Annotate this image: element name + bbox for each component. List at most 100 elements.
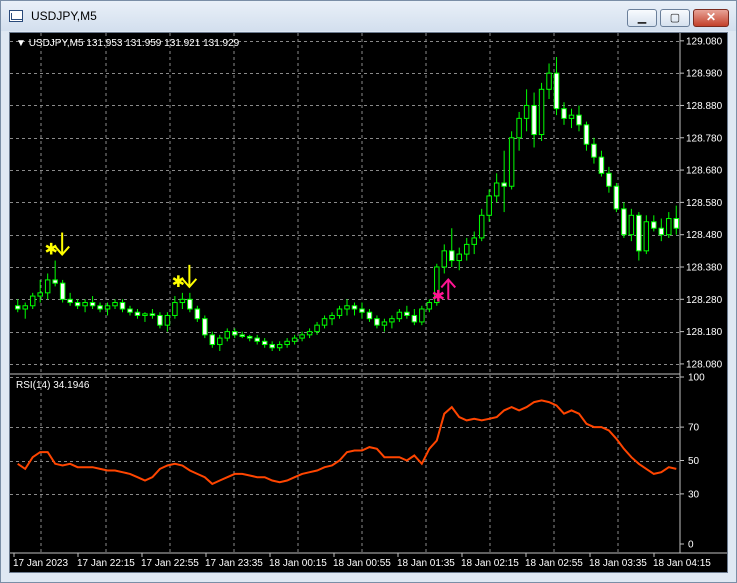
candle: [164, 312, 171, 332]
candle: [591, 137, 597, 164]
candle: [486, 189, 492, 222]
candle: [149, 309, 156, 319]
dropdown-arrow-icon[interactable]: ▼: [16, 38, 29, 49]
candle-body-bear: [583, 124, 590, 145]
candle: [261, 338, 268, 348]
price-tick-label: 128.580: [686, 198, 723, 209]
candle: [336, 305, 343, 319]
candle-body-bull: [344, 305, 350, 310]
rsi-line: [17, 399, 677, 486]
candle: [187, 292, 193, 313]
candle: [127, 305, 133, 316]
candle: [546, 63, 552, 99]
time-tick-label: 18 Jan 03:35: [589, 558, 647, 569]
candle-body-bull: [538, 88, 545, 136]
maximize-button[interactable]: ▢: [660, 9, 690, 27]
grid: [10, 33, 680, 553]
candle-body-bear: [52, 279, 58, 284]
candle: [52, 260, 58, 287]
time-tick-label: 17 Jan 23:35: [205, 558, 263, 569]
candle-body-bull: [217, 337, 223, 346]
candle: [598, 150, 605, 177]
price-tick-label: 128.680: [686, 166, 723, 177]
time-tick-label: 18 Jan 01:35: [397, 558, 455, 569]
candle-body-bear: [366, 311, 373, 320]
candle: [217, 334, 223, 351]
chart-window-icon: [9, 10, 23, 22]
candle: [516, 111, 522, 151]
candle: [329, 312, 335, 326]
candle: [396, 309, 403, 322]
candle-body-bull: [643, 221, 650, 252]
title-bar[interactable]: USDJPY,M5 ▁ ▢ ✕: [1, 1, 736, 31]
candle-body-bull: [329, 314, 335, 320]
candle: [209, 331, 216, 348]
candle-body-bear: [561, 108, 567, 119]
price-tick-label: 128.080: [686, 359, 723, 370]
candle-body-bear: [531, 104, 537, 136]
candle-body-bear: [232, 331, 238, 336]
candle-body-bull: [441, 250, 448, 268]
minimize-button[interactable]: ▁: [627, 9, 657, 27]
candle: [246, 334, 253, 342]
candle-body-bear: [187, 298, 193, 310]
candle-body-bear: [14, 305, 21, 310]
candle-body-bear: [673, 218, 680, 229]
candle-body-bear: [202, 318, 208, 336]
candle-body-bull: [29, 295, 36, 307]
candle-body-bull: [471, 237, 477, 245]
candle-body-bull: [666, 218, 672, 236]
candle-body-bull: [478, 214, 485, 239]
candle-body-bear: [67, 298, 73, 304]
candle: [523, 89, 530, 132]
candle: [29, 292, 36, 309]
chart-canvas[interactable]: ✱ ✱ ✱ ▼ USDJPY,M5 131.953 131.959 131.921 1…: [10, 33, 727, 572]
candle: [553, 57, 560, 116]
price-tick-label: 128.980: [686, 69, 723, 80]
time-tick-label: 17 Jan 22:55: [141, 558, 199, 569]
candle: [254, 334, 260, 345]
candle-body-bear: [651, 221, 657, 229]
candle: [59, 279, 66, 303]
price-tick-label: 128.280: [686, 295, 723, 306]
candle: [351, 302, 358, 316]
candle: [202, 315, 208, 339]
candle: [299, 331, 305, 342]
candle-body-bear: [269, 344, 275, 349]
candle-body-bear: [613, 185, 620, 210]
candle-body-bear: [149, 313, 156, 316]
candle: [22, 302, 28, 319]
candle: [538, 82, 545, 141]
candle-body-bear: [404, 311, 410, 316]
maximize-icon: ▢: [669, 12, 681, 24]
candle-body-bear: [254, 337, 260, 342]
candle-body-bull: [306, 331, 313, 336]
candle-body-bull: [164, 314, 171, 326]
candle-body-bull: [389, 318, 395, 323]
close-button[interactable]: ✕: [693, 9, 729, 27]
candle: [456, 247, 462, 271]
candle-body-bear: [74, 302, 81, 307]
candle: [636, 212, 642, 261]
candle-body-bear: [411, 314, 418, 323]
candle: [381, 318, 388, 332]
candle: [463, 237, 470, 261]
candle-body-bull: [381, 321, 388, 326]
sell-signal-arrow: ✱: [44, 232, 70, 259]
candle-body-bull: [508, 137, 515, 187]
rsi-tick-label: 100: [688, 373, 705, 384]
candle-body-bull: [276, 344, 283, 349]
candle: [82, 299, 88, 313]
price-tick-label: 128.880: [686, 101, 723, 112]
candle-body-bull: [336, 308, 343, 316]
candle-body-bear: [374, 318, 380, 326]
candle-body-bear: [89, 302, 96, 307]
candle-body-bull: [104, 305, 111, 310]
chart-area[interactable]: ✱ ✱ ✱ ▼ USDJPY,M5 131.953 131.959 131.921 1…: [9, 32, 728, 573]
candle-body-bull: [284, 340, 290, 346]
candle: [14, 299, 21, 313]
candle: [449, 228, 455, 267]
candle-body-bear: [591, 143, 597, 158]
candle: [493, 173, 500, 203]
time-tick-label: 18 Jan 00:15: [269, 558, 327, 569]
